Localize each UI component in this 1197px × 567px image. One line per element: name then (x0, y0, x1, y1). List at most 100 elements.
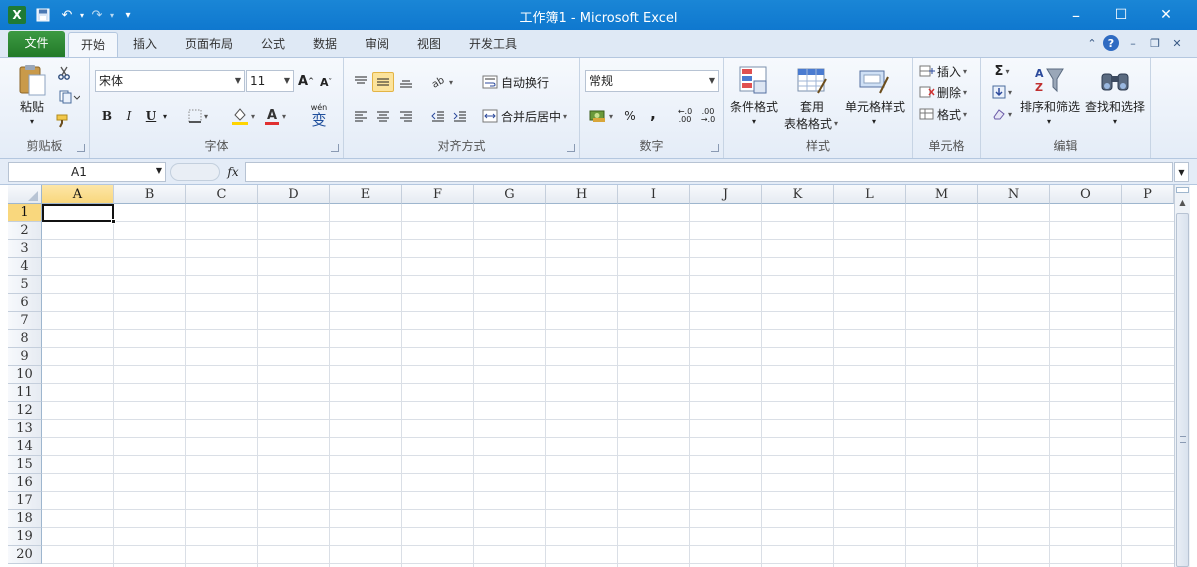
find-select-icon[interactable] (1097, 62, 1133, 98)
vertical-scrollbar[interactable]: ▲ (1174, 185, 1190, 567)
font-launcher-icon[interactable] (331, 144, 339, 152)
conditional-formatting-button[interactable]: 条件格式 (726, 98, 782, 114)
fill-color-icon[interactable]: ▾ (230, 105, 256, 127)
column-header-g[interactable]: G (474, 185, 546, 204)
row-header-1[interactable]: 1 (8, 204, 42, 222)
copy-icon[interactable] (54, 88, 84, 106)
conditional-formatting-dropdown-icon[interactable]: ▾ (746, 116, 762, 126)
split-handle[interactable] (1176, 187, 1189, 193)
column-header-e[interactable]: E (330, 185, 402, 204)
column-header-o[interactable]: O (1050, 185, 1122, 204)
row-header-2[interactable]: 2 (8, 222, 42, 240)
underline-button[interactable]: U (142, 106, 160, 126)
column-header-j[interactable]: J (690, 185, 762, 204)
row-header-10[interactable]: 10 (8, 366, 42, 384)
column-header-p[interactable]: P (1122, 185, 1174, 204)
borders-icon[interactable]: ▾ (186, 106, 210, 126)
tab-insert[interactable]: 插入 (122, 32, 168, 57)
conditional-formatting-icon[interactable] (736, 62, 772, 98)
close-button[interactable]: ✕ (1143, 0, 1189, 30)
tab-review[interactable]: 审阅 (354, 32, 400, 57)
decrease-font-icon[interactable]: Aˇ (318, 73, 334, 91)
currency-icon[interactable]: ▾ (586, 106, 616, 126)
paste-button[interactable]: 粘贴 (12, 98, 52, 114)
column-header-m[interactable]: M (906, 185, 978, 204)
maximize-button[interactable]: ☐ (1098, 0, 1144, 30)
row-header-7[interactable]: 7 (8, 312, 42, 330)
align-center-icon[interactable] (372, 106, 394, 126)
column-header-b[interactable]: B (114, 185, 186, 204)
column-header-k[interactable]: K (762, 185, 834, 204)
row-header-4[interactable]: 4 (8, 258, 42, 276)
column-header-n[interactable]: N (978, 185, 1050, 204)
italic-button[interactable]: I (120, 106, 138, 126)
delete-cells-button[interactable]: 删除 ▾ (919, 83, 979, 101)
help-icon[interactable]: ? (1103, 35, 1119, 51)
name-box[interactable]: A1 ▼ (8, 162, 166, 182)
decrease-indent-icon[interactable] (427, 106, 449, 126)
minimize-button[interactable]: – (1053, 0, 1099, 30)
align-middle-icon[interactable] (372, 72, 394, 92)
column-header-c[interactable]: C (186, 185, 258, 204)
cell-styles-button[interactable]: 单元格样式 (842, 98, 908, 114)
tab-developer[interactable]: 开发工具 (458, 32, 528, 57)
row-header-17[interactable]: 17 (8, 492, 42, 510)
autosum-button[interactable]: Σ ▾ (989, 62, 1015, 80)
workbook-close-icon[interactable]: ✕ (1169, 35, 1185, 51)
sort-filter-icon[interactable]: AZ (1031, 62, 1067, 98)
workbook-restore-icon[interactable]: ❐ (1147, 35, 1163, 51)
align-top-icon[interactable] (350, 72, 372, 92)
orientation-icon[interactable]: ab ▾ (428, 72, 456, 92)
row-header-3[interactable]: 3 (8, 240, 42, 258)
format-as-table-icon[interactable] (794, 62, 830, 98)
column-header-a[interactable]: A (42, 185, 114, 204)
cell-styles-icon[interactable] (856, 62, 892, 98)
tab-view[interactable]: 视图 (406, 32, 452, 57)
sort-filter-button[interactable]: 排序和筛选 (1017, 98, 1083, 114)
cut-icon[interactable] (54, 64, 74, 82)
find-select-dropdown-icon[interactable]: ▾ (1107, 116, 1123, 126)
tab-page-layout[interactable]: 页面布局 (176, 32, 242, 57)
number-format-select[interactable]: 常规 ▼ (585, 70, 719, 92)
tab-formulas[interactable]: 公式 (250, 32, 296, 57)
column-header-f[interactable]: F (402, 185, 474, 204)
decrease-decimal-icon[interactable]: .00 →.0 (697, 106, 719, 126)
format-as-table-button[interactable]: 表格格式 ▾ (780, 115, 842, 131)
column-header-h[interactable]: H (546, 185, 618, 204)
font-name-select[interactable]: 宋体 ▼ (95, 70, 245, 92)
row-header-18[interactable]: 18 (8, 510, 42, 528)
increase-indent-icon[interactable] (449, 106, 471, 126)
find-select-button[interactable]: 查找和选择 (1081, 98, 1149, 114)
column-header-d[interactable]: D (258, 185, 330, 204)
sort-filter-dropdown-icon[interactable]: ▾ (1041, 116, 1057, 126)
paste-dropdown-icon[interactable]: ▾ (24, 116, 40, 126)
worksheet-grid[interactable]: ABCDEFGHIJKLMNOP 1 2 3 4 5 6 7 8 9 10 11 12 13 14 15 16… (0, 185, 1197, 567)
select-all-corner[interactable] (8, 185, 42, 204)
row-header-14[interactable]: 14 (8, 438, 42, 456)
alignment-launcher-icon[interactable] (567, 144, 575, 152)
chevron-down-icon[interactable]: ▼ (156, 166, 162, 175)
tab-data[interactable]: 数据 (302, 32, 348, 57)
fill-handle[interactable] (111, 219, 116, 224)
cell-styles-dropdown-icon[interactable]: ▾ (866, 116, 882, 126)
merge-center-button[interactable]: 合并后居中 ▾ (482, 106, 578, 126)
comma-button[interactable]: , (644, 104, 662, 124)
scroll-thumb[interactable] (1176, 213, 1189, 567)
selected-cell-a1[interactable] (42, 204, 114, 222)
formula-bar-splitter[interactable] (170, 163, 220, 181)
row-header-11[interactable]: 11 (8, 384, 42, 402)
align-right-icon[interactable] (395, 106, 417, 126)
insert-cells-button[interactable]: 插入 ▾ (919, 62, 979, 80)
format-cells-button[interactable]: 格式 ▾ (919, 105, 979, 123)
collapse-ribbon-icon[interactable]: ⌃ (1084, 35, 1100, 51)
row-header-15[interactable]: 15 (8, 456, 42, 474)
clear-icon[interactable]: ▾ (989, 105, 1015, 123)
wrap-text-button[interactable]: 自动换行 (482, 72, 572, 92)
fill-icon[interactable]: ▾ (989, 83, 1015, 101)
column-header-i[interactable]: I (618, 185, 690, 204)
row-header-12[interactable]: 12 (8, 402, 42, 420)
scroll-up-icon[interactable]: ▲ (1176, 196, 1189, 210)
underline-dropdown-icon[interactable]: ▾ (160, 106, 170, 126)
tab-home[interactable]: 开始 (68, 32, 118, 57)
bold-button[interactable]: B (98, 106, 116, 126)
